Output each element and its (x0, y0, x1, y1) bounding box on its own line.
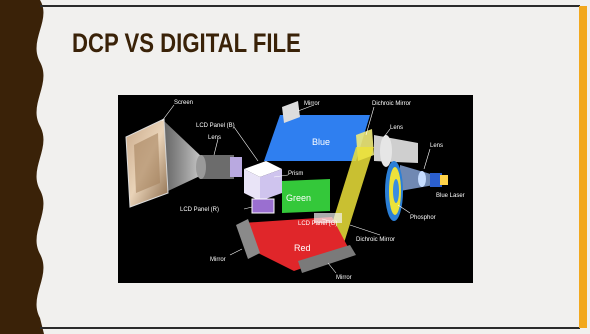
lcd-panel-r (251, 198, 275, 214)
lens-left-icon (196, 155, 242, 179)
label-mirror-left: Mirror (210, 257, 226, 263)
label-mirror-top: Mirror (304, 101, 320, 107)
top-rule (40, 5, 580, 7)
label-red: Red (294, 243, 311, 253)
label-green: Green (286, 193, 311, 203)
label-lens-right: Lens (390, 125, 403, 131)
label-blue: Blue (312, 137, 330, 147)
projection-cone (164, 121, 202, 191)
slide-title: DCP VS DIGITAL FILE (72, 28, 301, 58)
slide: DCP VS DIGITAL FILE Screen Lens LCD Pane… (0, 0, 590, 334)
laser-beam (400, 165, 434, 191)
label-phosphor: Phosphor (410, 215, 436, 221)
left-decorative-band (0, 0, 44, 334)
projector-diagram: Screen Lens LCD Panel (B) Mirror Dichroi… (118, 95, 473, 283)
blue-laser-icon (418, 171, 448, 187)
label-mirror-bottom: Mirror (336, 275, 352, 281)
label-prism: Prism (288, 171, 303, 177)
prism-cube (244, 161, 282, 201)
label-lcd-panel-g: LCD Panel (G) (298, 221, 337, 227)
label-lens-left: Lens (208, 135, 221, 141)
label-lens-far: Lens (430, 143, 443, 149)
bottom-rule (40, 327, 580, 329)
label-screen: Screen (174, 100, 193, 106)
phosphor-wheel (385, 161, 403, 221)
right-accent-bar (579, 6, 587, 328)
label-dichroic-mirror-bottom: Dichroic Mirror (356, 237, 395, 243)
label-blue-laser: Blue Laser (436, 193, 465, 199)
label-dichroic-mirror-top: Dichroic Mirror (372, 101, 411, 107)
label-lcd-panel-r: LCD Panel (R) (180, 207, 219, 213)
label-lcd-panel-b: LCD Panel (B) (196, 123, 235, 129)
screen-panel (125, 118, 169, 208)
lens-right-icon (380, 135, 392, 167)
